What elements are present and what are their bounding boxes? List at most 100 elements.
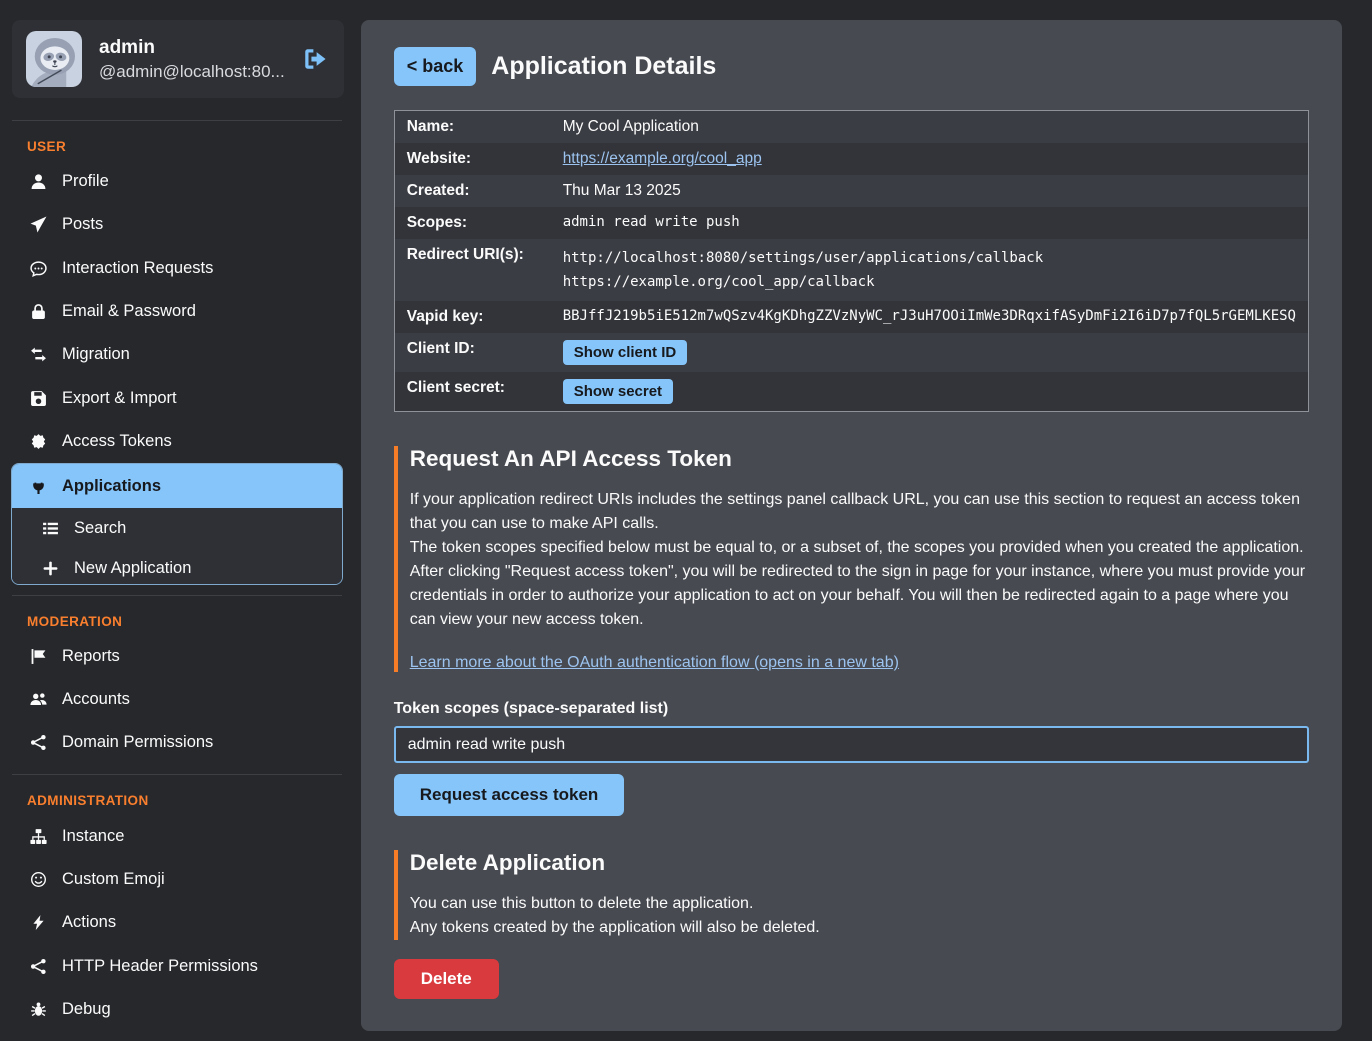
sidebar-item-access-tokens[interactable]: Access Tokens xyxy=(0,420,354,463)
request-token-paragraph: After clicking "Request access token", y… xyxy=(410,560,1309,632)
divider xyxy=(12,120,342,121)
main-area: < back Application Details Name: My Cool… xyxy=(354,0,1372,1041)
certificate-icon xyxy=(30,433,47,450)
delete-application-section: Delete Application You can use this butt… xyxy=(394,850,1309,940)
row-label: Client secret: xyxy=(394,372,550,412)
sidebar-item-label: Actions xyxy=(62,913,116,932)
sidebar-item-profile[interactable]: Profile xyxy=(0,160,354,203)
floppy-icon xyxy=(30,390,47,407)
row-label: Redirect URI(s): xyxy=(394,239,550,301)
redirect-uri-line: https://example.org/cool_app/callback xyxy=(563,270,1296,294)
user-card: admin @admin@localhost:80... xyxy=(12,20,344,98)
table-row: Created: Thu Mar 13 2025 xyxy=(394,175,1308,207)
sidebar-item-label: Search xyxy=(74,519,126,538)
table-row: Redirect URI(s): http://localhost:8080/s… xyxy=(394,239,1308,301)
table-row: Scopes: admin read write push xyxy=(394,207,1308,239)
sidebar-item-reports[interactable]: Reports xyxy=(0,635,354,678)
table-row: Website: https://example.org/cool_app xyxy=(394,143,1308,175)
paper-plane-icon xyxy=(30,216,47,233)
sidebar-item-label: New Application xyxy=(74,559,191,578)
table-row: Name: My Cool Application xyxy=(394,111,1308,144)
sidebar-item-domain-permissions[interactable]: Domain Permissions xyxy=(0,721,354,764)
applications-submenu: Search New Application xyxy=(12,508,342,584)
users-icon xyxy=(30,691,47,708)
sidebar-item-applications[interactable]: Applications xyxy=(12,464,342,508)
table-row: Vapid key: BBJffJ219b5iE512m7wQSzv4KgKDh… xyxy=(394,301,1308,333)
request-token-paragraph: If your application redirect URIs includ… xyxy=(410,488,1309,536)
section-label-user: USER xyxy=(0,131,354,160)
user-name: admin xyxy=(99,37,285,59)
oauth-docs-link[interactable]: Learn more about the OAuth authenticatio… xyxy=(410,654,899,672)
sidebar-item-email-password[interactable]: Email & Password xyxy=(0,290,354,333)
sidebar-item-search[interactable]: Search xyxy=(12,508,342,548)
section-label-moderation: MODERATION xyxy=(0,606,354,635)
plus-icon xyxy=(42,560,59,577)
lock-icon xyxy=(30,303,47,320)
request-token-section: Request An API Access Token If your appl… xyxy=(394,446,1309,672)
list-icon xyxy=(42,520,59,537)
show-secret-button[interactable]: Show secret xyxy=(563,379,673,404)
sidebar-item-debug[interactable]: Debug xyxy=(0,988,354,1031)
avatar xyxy=(26,31,82,87)
sidebar-item-custom-emoji[interactable]: Custom Emoji xyxy=(0,858,354,901)
row-label: Created: xyxy=(394,175,550,207)
request-access-token-button[interactable]: Request access token xyxy=(394,774,625,816)
token-scopes-label: Token scopes (space-separated list) xyxy=(394,700,1309,718)
sidebar: admin @admin@localhost:80... USER Profil… xyxy=(0,0,354,1041)
sidebar-item-interaction-requests[interactable]: Interaction Requests xyxy=(0,247,354,290)
sidebar-item-label: Custom Emoji xyxy=(62,870,165,889)
user-icon xyxy=(30,173,47,190)
show-client-id-button[interactable]: Show client ID xyxy=(563,340,688,365)
topbar: < back Application Details xyxy=(394,47,1309,86)
plug-icon xyxy=(30,478,47,495)
row-label: Client ID: xyxy=(394,333,550,372)
row-label: Name: xyxy=(394,111,550,144)
divider xyxy=(12,774,342,775)
token-scopes-input[interactable] xyxy=(394,726,1309,763)
sidebar-item-label: Applications xyxy=(62,477,161,496)
sidebar-item-label: Posts xyxy=(62,215,103,234)
sidebar-item-migration[interactable]: Migration xyxy=(0,333,354,376)
app-name-value: My Cool Application xyxy=(551,111,1309,144)
share-nodes-icon xyxy=(30,734,47,751)
request-token-title: Request An API Access Token xyxy=(410,446,1309,472)
sidebar-item-actions[interactable]: Actions xyxy=(0,901,354,944)
sidebar-item-label: Migration xyxy=(62,345,130,364)
scopes-value: admin read write push xyxy=(551,207,1309,239)
request-token-paragraph: The token scopes specified below must be… xyxy=(410,536,1309,560)
sidebar-item-label: Domain Permissions xyxy=(62,733,213,752)
logout-icon[interactable] xyxy=(302,46,328,72)
sidebar-item-instance[interactable]: Instance xyxy=(0,814,354,857)
row-label: Website: xyxy=(394,143,550,175)
table-row: Client ID: Show client ID xyxy=(394,333,1308,372)
user-handle: @admin@localhost:80... xyxy=(99,62,285,82)
delete-button[interactable]: Delete xyxy=(394,959,499,999)
delete-info-line: Any tokens created by the application wi… xyxy=(410,916,1309,940)
sidebar-item-label: Export & Import xyxy=(62,389,177,408)
sidebar-item-export-import[interactable]: Export & Import xyxy=(0,377,354,420)
applications-group: Applications Search New Application xyxy=(11,463,343,584)
website-link[interactable]: https://example.org/cool_app xyxy=(563,150,762,167)
sidebar-item-new-application[interactable]: New Application xyxy=(12,548,342,584)
created-value: Thu Mar 13 2025 xyxy=(551,175,1309,207)
back-button[interactable]: < back xyxy=(394,47,477,86)
sidebar-item-label: Interaction Requests xyxy=(62,259,213,278)
share-nodes-icon xyxy=(30,958,47,975)
flag-icon xyxy=(30,648,47,665)
sidebar-item-accounts[interactable]: Accounts xyxy=(0,678,354,721)
redirect-uris-value: http://localhost:8080/settings/user/appl… xyxy=(551,239,1309,301)
sitemap-icon xyxy=(30,828,47,845)
sidebar-item-label: Instance xyxy=(62,827,124,846)
sidebar-item-label: Reports xyxy=(62,647,120,666)
redirect-uri-line: http://localhost:8080/settings/user/appl… xyxy=(563,246,1296,270)
row-label: Vapid key: xyxy=(394,301,550,333)
sidebar-item-label: Debug xyxy=(62,1000,111,1019)
sidebar-item-http-header-permissions[interactable]: HTTP Header Permissions xyxy=(0,944,354,987)
smile-icon xyxy=(30,871,47,888)
sidebar-item-label: Access Tokens xyxy=(62,432,172,451)
comment-icon xyxy=(30,260,47,277)
application-details-panel: < back Application Details Name: My Cool… xyxy=(361,20,1342,1031)
sidebar-item-posts[interactable]: Posts xyxy=(0,203,354,246)
sidebar-item-label: Profile xyxy=(62,172,109,191)
page-title: Application Details xyxy=(491,52,716,81)
